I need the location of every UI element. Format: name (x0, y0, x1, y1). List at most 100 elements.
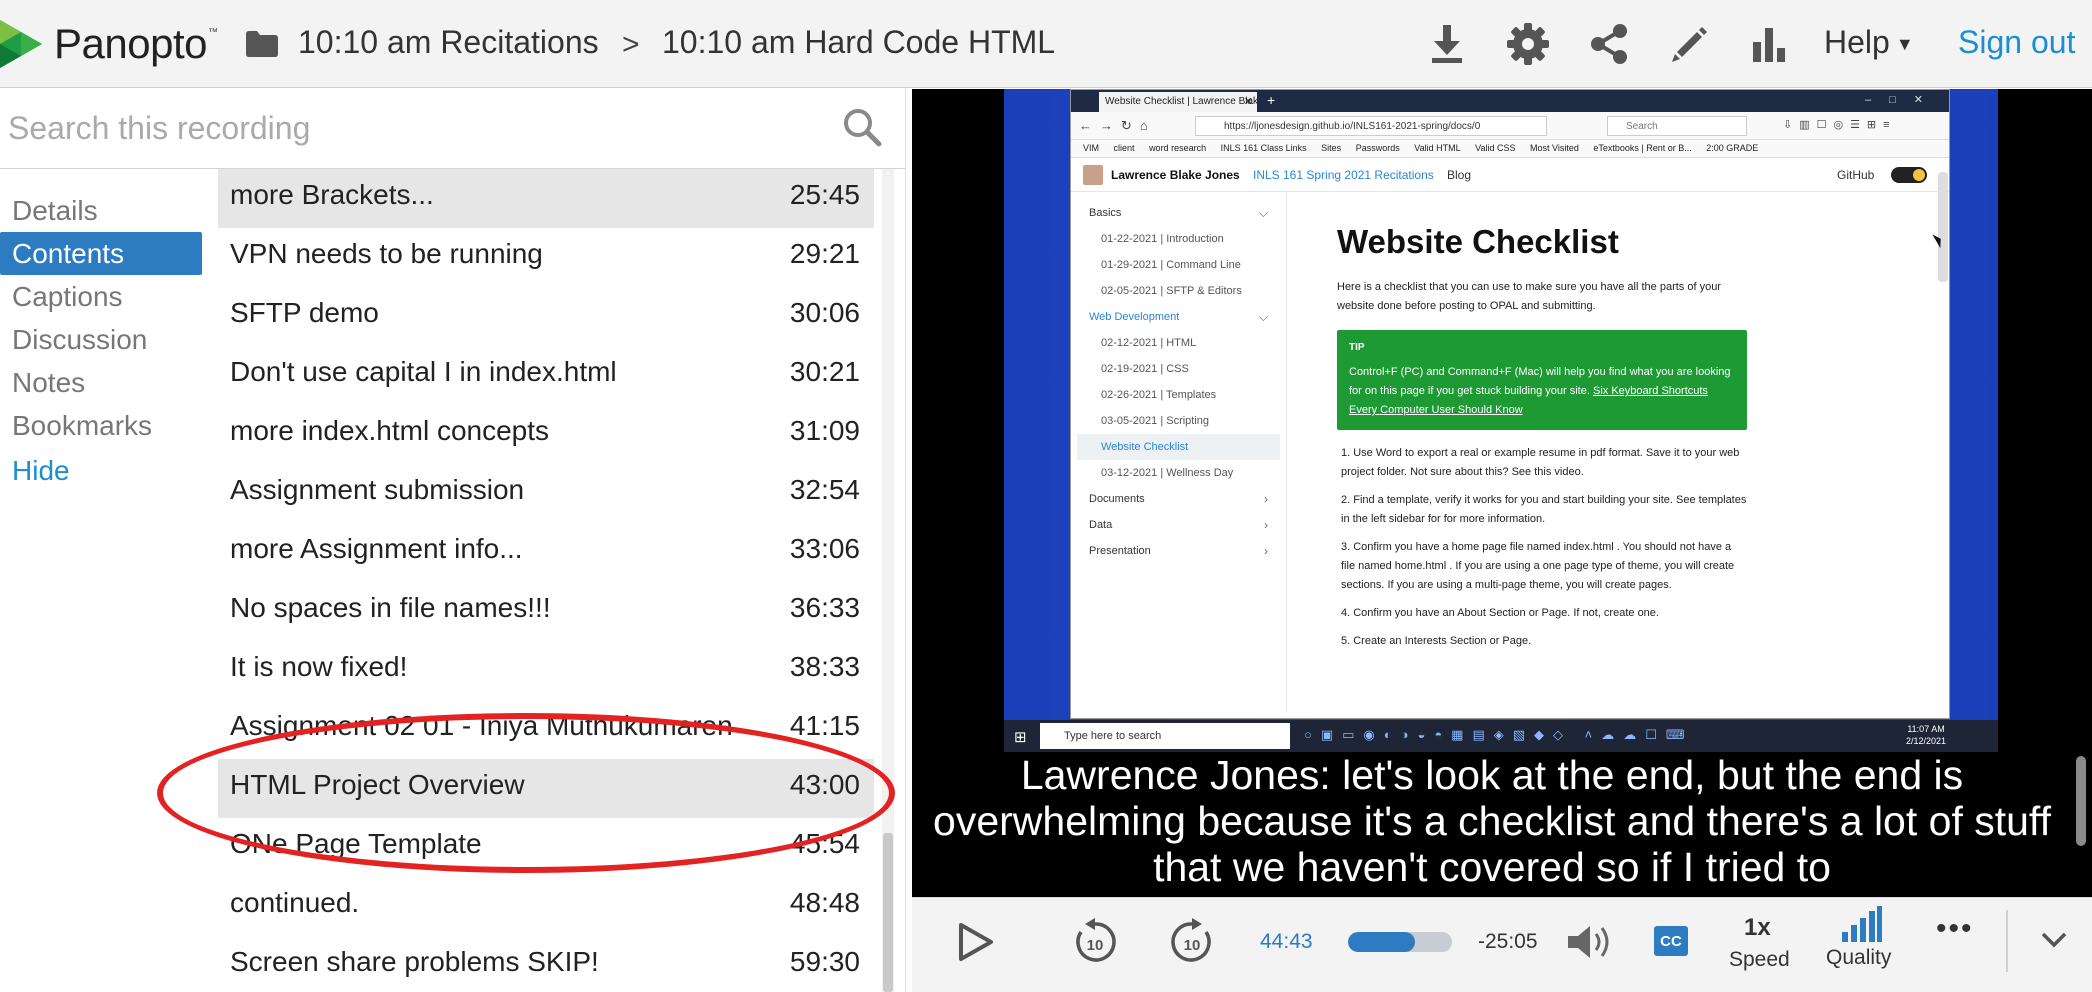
volume-icon (1568, 926, 1609, 958)
bookmark-item: word research (1149, 143, 1207, 153)
list-item[interactable]: ONe Page Template 45:54 (218, 818, 874, 877)
site-github-label: GitHub (1837, 168, 1875, 182)
tab-captions[interactable]: Captions (0, 275, 210, 318)
forward-10-icon: 10 (1171, 918, 1211, 962)
list-item[interactable]: more index.html concepts 31:09 (218, 405, 874, 464)
chevron-down-icon (2041, 932, 2067, 948)
site-nav: Lawrence Blake Jones INLS 161 Spring 202… (1071, 158, 1949, 192)
signal-bars-icon (1842, 906, 1882, 942)
taskbar-clock: 11:07 AM 2/12/2021 (1906, 723, 1946, 747)
edit-button[interactable] (1667, 22, 1711, 66)
tab-discussion[interactable]: Discussion (0, 318, 210, 361)
contents-list: more Brackets... 25:45 VPN needs to be ru… (218, 169, 874, 992)
theme-toggle-icon (1891, 167, 1927, 183)
seek-bar[interactable] (1348, 932, 1452, 952)
entry-title: No spaces in file names!!! (230, 592, 551, 623)
list-item[interactable]: Don't use capital I in index.html 30:21 (218, 346, 874, 405)
windows-taskbar: ⊞ Type here to search ○▣▭◉◐◑◒◓▦▤◈▧◆◇ ˄☁☁… (1004, 720, 1998, 752)
entry-time: 25:45 (789, 179, 860, 210)
captions-button[interactable]: CC (1654, 926, 1688, 956)
share-icon (1591, 24, 1627, 64)
browser-toolbar-icons: ⇩▥☐◎☰⊞≡ (1783, 119, 1897, 131)
new-tab-icon: + (1267, 92, 1276, 108)
tab-bookmarks[interactable]: Bookmarks (0, 404, 210, 447)
list-item[interactable]: No spaces in file names!!! 36:33 (218, 582, 874, 641)
entry-title: Assignment 02 01 - Iniya Muthukumaren (230, 710, 733, 741)
site-nav-link: Blog (1447, 168, 1472, 182)
entry-time: 30:21 (789, 356, 860, 387)
list-item[interactable]: SFTP demo 30:06 (218, 287, 874, 346)
more-options-button[interactable]: ••• (1936, 912, 1974, 946)
logo-text: Panopto (54, 20, 207, 67)
entry-title: Don't use capital I in index.html (230, 356, 617, 387)
quality-button[interactable]: Quality (1826, 946, 1891, 970)
bookmark-item: 2:00 GRADE (1706, 143, 1759, 153)
entry-title: SFTP demo (230, 297, 379, 328)
list-item[interactable]: Screen share problems SKIP! 59:30 (218, 936, 874, 992)
list-item[interactable]: Assignment 02 01 - Iniya Muthukumaren 41:… (218, 700, 874, 759)
list-item[interactable]: more Assignment info... 33:06 (218, 523, 874, 582)
help-label: Help (1824, 24, 1890, 60)
rewind-10-button[interactable]: 10 (1071, 916, 1119, 966)
list-item[interactable]: It is now fixed! 38:33 (218, 641, 874, 700)
bookmark-item: eTextbooks | Rent or B... (1593, 143, 1692, 153)
list-item[interactable]: continued. 48:48 (218, 877, 874, 936)
tab-details[interactable]: Details (0, 189, 210, 232)
breadcrumb-folder[interactable]: 10:10 am Recitations (298, 24, 599, 61)
quality-meter[interactable] (1842, 906, 1882, 942)
tip-heading: TIP (1349, 342, 1365, 353)
entry-time: 48:48 (789, 887, 860, 918)
search-icon[interactable] (842, 107, 882, 147)
bookmark-item: Valid HTML (1414, 143, 1461, 153)
site-sidebar-group: Data › (1071, 512, 1286, 538)
collapse-controls-button[interactable] (2036, 922, 2072, 958)
share-button[interactable] (1587, 22, 1631, 66)
site-sidebar-group: Basics ⌵ (1071, 200, 1286, 226)
stats-button[interactable] (1747, 22, 1791, 66)
entry-title: more index.html concepts (230, 415, 550, 446)
stats-icon (1753, 28, 1785, 62)
download-icon (1432, 25, 1462, 63)
download-button[interactable] (1425, 22, 1469, 66)
chevron-down-icon: ⌵ (1258, 206, 1268, 220)
site-page-title: Website Checklist (1337, 223, 1619, 260)
forward-10-button[interactable]: 10 (1168, 916, 1216, 966)
chevron-right-icon: › (1264, 544, 1268, 558)
volume-button[interactable] (1566, 922, 1614, 962)
list-item[interactable]: VPN needs to be running 29:21 (218, 228, 874, 287)
list-item[interactable]: more Brackets... 25:45 (218, 169, 874, 228)
browser-nav-bar: ←→↻⌂ https://ljonesdesign.github.io/INLS… (1071, 112, 1949, 140)
pencil-icon (1672, 27, 1707, 62)
tab-notes[interactable]: Notes (0, 361, 210, 404)
play-icon (959, 923, 993, 961)
checklist-item: 3. Confirm you have a home page file nam… (1341, 541, 1735, 591)
contents-scrollbar-thumb[interactable] (883, 833, 893, 992)
hide-panel-link[interactable]: Hide (0, 449, 210, 492)
site-sidebar-group: Web Development ⌵ (1071, 304, 1286, 330)
entry-time: 45:54 (789, 828, 860, 859)
windows-start-icon: ⊞ (1014, 729, 1027, 746)
site-nav-link: INLS 161 Spring 2021 Recitations (1253, 168, 1434, 182)
tab-contents[interactable]: Contents (0, 232, 202, 275)
rewind-10-icon: 10 (1076, 918, 1116, 962)
top-header: Panopto ™ 10:10 am Recitations > 10:10 am… (0, 0, 2092, 88)
browser-tab-title: Website Checklist | Lawrence Blake (1105, 96, 1257, 107)
play-button[interactable] (954, 918, 998, 966)
forward-label: 10 (1184, 937, 1201, 954)
help-menu[interactable]: Help ▼ (1824, 24, 1914, 61)
panopto-logo[interactable]: Panopto ™ (0, 16, 218, 72)
list-item-current[interactable]: HTML Project Overview 43:00 (218, 759, 874, 818)
speed-value[interactable]: 1x (1744, 914, 1771, 942)
search-input[interactable] (8, 103, 828, 153)
entry-time: 38:33 (789, 651, 860, 682)
checklist-item: 1. Use Word to export a real or example … (1341, 447, 1740, 478)
sign-out-link[interactable]: Sign out (1958, 24, 2075, 61)
speed-button[interactable]: Speed (1729, 948, 1790, 972)
settings-button[interactable] (1506, 22, 1550, 66)
left-panel: Details Contents Captions Discussion Not… (0, 89, 906, 992)
list-item[interactable]: Assignment submission 32:54 (218, 464, 874, 523)
taskbar-time: 11:07 AM (1907, 724, 1945, 734)
caption-scrollbar[interactable] (2076, 756, 2086, 846)
site-sidebar-label: Basics (1089, 207, 1122, 219)
rewind-label: 10 (1087, 937, 1104, 954)
